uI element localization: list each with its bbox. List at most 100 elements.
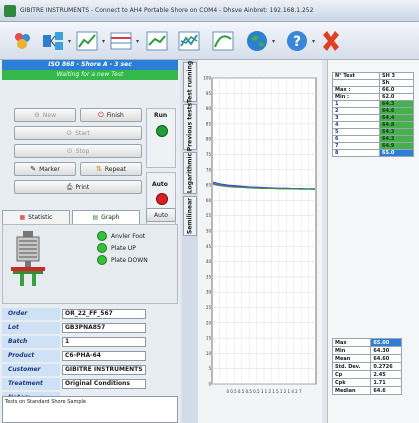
new-button[interactable]: ⊖ New xyxy=(14,108,76,122)
auto-lamp xyxy=(156,193,168,205)
tab-statistic[interactable]: ▦ Statistic xyxy=(2,210,70,224)
y-tick-label: 20 xyxy=(206,320,212,325)
tab-previous-tests[interactable]: Previous tests xyxy=(183,103,197,151)
svg-text:?: ? xyxy=(293,34,301,50)
repeat-button[interactable]: ⇅ Repeat xyxy=(80,162,142,176)
customer-key: Customer xyxy=(2,364,60,376)
lot-row: Lot GB3PNA857 xyxy=(2,322,178,334)
curve-chart-icon[interactable] xyxy=(210,28,236,54)
chevron-down-icon[interactable]: ▾ xyxy=(312,38,315,45)
test-value: 64.3 xyxy=(379,100,414,108)
results-table: N° Test SH 3 Sh Max :66.0 Min :62.0 1 64.3 2 64.… xyxy=(331,72,414,157)
plate-down-label: Plate DOWN xyxy=(111,257,148,264)
line-chart-icon[interactable] xyxy=(144,28,170,54)
notes-field[interactable]: Tests on Standard Shore Sample xyxy=(2,396,178,423)
batch-field[interactable]: 1 xyxy=(62,337,146,347)
results-scrollbar[interactable] xyxy=(322,60,328,423)
people-icon[interactable] xyxy=(10,28,36,54)
product-key: Product xyxy=(2,350,60,362)
finish-icon: ⏻ xyxy=(98,110,104,119)
col-header: Sh xyxy=(379,79,414,87)
plate-up-led xyxy=(97,243,107,253)
table-row: 2 64.6 xyxy=(331,107,414,115)
finish-button[interactable]: ⏻ Finish xyxy=(80,108,142,122)
auto-label: Auto xyxy=(152,181,168,188)
multi-line-chart-icon[interactable] xyxy=(176,28,202,54)
tab-graph[interactable]: ▤ Graph xyxy=(72,210,140,224)
stat-label: Max xyxy=(331,338,372,347)
test-value: 64.4 xyxy=(379,114,414,122)
run-label: Run xyxy=(154,112,168,119)
print-button[interactable]: ⎙ Print xyxy=(14,180,142,194)
statistic-icon: ▦ xyxy=(19,214,26,221)
product-row: Product C6-PHA-64 xyxy=(2,350,178,362)
customer-field[interactable]: GIBITRE INSTRUMENTS xyxy=(62,365,146,375)
order-key: Order xyxy=(2,308,60,320)
stat-label: Median xyxy=(331,386,372,395)
product-field[interactable]: C6-PHA-64 xyxy=(62,351,146,361)
y-tick-label: 30 xyxy=(206,290,212,295)
stat-row: Min 64.30 xyxy=(331,346,402,355)
stat-row: Cpk 1.71 xyxy=(331,378,402,387)
test-number: 7 xyxy=(331,142,381,150)
stat-row: Std. Dev. 0.2726 xyxy=(331,362,402,371)
y-tick-label: 50 xyxy=(206,229,212,234)
device-status-panel: Anvler Foot Plate UP Plate DOWN xyxy=(2,224,178,304)
control-panel: ISO 868 - Shore A - 3 sec Waiting for a … xyxy=(0,60,180,423)
test-value: 64.6 xyxy=(379,107,414,115)
auto-button[interactable]: Auto xyxy=(146,208,176,222)
chevron-down-icon[interactable]: ▾ xyxy=(136,38,139,45)
chevron-down-icon[interactable]: ▾ xyxy=(68,38,71,45)
table-icon[interactable] xyxy=(108,28,134,54)
stop-button[interactable]: ⊙ Stop xyxy=(14,144,142,158)
min-label: Min : xyxy=(331,93,381,101)
lot-key: Lot xyxy=(2,322,60,334)
stat-value: 64.60 xyxy=(370,354,402,363)
y-tick-label: 25 xyxy=(206,305,212,310)
chart-icon[interactable] xyxy=(74,28,100,54)
test-number: 4 xyxy=(331,121,381,129)
auto-indicator: Auto xyxy=(146,172,176,232)
network-icon[interactable] xyxy=(40,28,66,54)
lot-field[interactable]: GB3PNA857 xyxy=(62,323,146,333)
marker-button[interactable]: ✎ Marker xyxy=(14,162,76,176)
treatment-field[interactable]: Original Conditions xyxy=(62,379,146,389)
stats-table: Max 65.00 Min 64.30 Mean 64.60 Std. Dev. 0.2726… xyxy=(331,338,402,395)
toolbar: ▾ ▾ ▾ ▾ ? ▾ xyxy=(0,22,419,60)
stop-icon: ⊙ xyxy=(66,147,73,155)
test-value: 64.8 xyxy=(379,121,414,129)
title-bar: GIBITRE INSTRUMENTS - Connect to AH4 Por… xyxy=(0,0,419,22)
y-tick-label: 15 xyxy=(206,336,212,341)
test-number: 1 xyxy=(331,100,381,108)
batch-key: Batch xyxy=(2,336,60,348)
start-button[interactable]: ⊙ Start xyxy=(14,126,142,140)
stat-value: 0.2726 xyxy=(370,362,402,371)
order-field[interactable]: OR_22_FF_567 xyxy=(62,309,146,319)
y-tick-label: 10 xyxy=(206,351,212,356)
help-icon[interactable]: ? xyxy=(284,28,310,54)
printer-icon: ⎙ xyxy=(66,182,73,191)
start-icon: ⊙ xyxy=(66,129,73,137)
close-icon[interactable] xyxy=(318,28,344,54)
repeat-icon: ⇅ xyxy=(96,165,102,173)
treatment-row: Treatment Original Conditions xyxy=(2,378,178,390)
anvil-foot-label: Anvler Foot xyxy=(111,233,146,240)
table-row: 3 64.4 xyxy=(331,114,414,122)
y-tick-label: 70 xyxy=(206,167,212,172)
plate-down-led xyxy=(97,255,107,265)
chevron-down-icon[interactable]: ▾ xyxy=(102,38,105,45)
y-tick-label: 75 xyxy=(206,152,212,157)
plate-up-label: Plate UP xyxy=(111,245,136,252)
globe-icon[interactable] xyxy=(244,28,270,54)
chart-svg: 1009590858075706560555045403530252015105… xyxy=(203,76,317,394)
chevron-down-icon[interactable]: ▾ xyxy=(272,38,275,45)
tab-logarithmic[interactable]: Logarithmic xyxy=(183,152,197,194)
test-title: ISO 868 - Shore A - 3 sec xyxy=(2,60,178,70)
max-label: Max : xyxy=(331,86,381,94)
tab-semilinear[interactable]: Semilinear xyxy=(183,196,197,236)
y-tick-label: 95 xyxy=(206,91,212,96)
tab-test-running[interactable]: Test running xyxy=(183,61,197,103)
app-logo-icon xyxy=(4,5,16,17)
y-tick-label: 100 xyxy=(203,76,211,81)
treatment-key: Treatment xyxy=(2,378,60,390)
